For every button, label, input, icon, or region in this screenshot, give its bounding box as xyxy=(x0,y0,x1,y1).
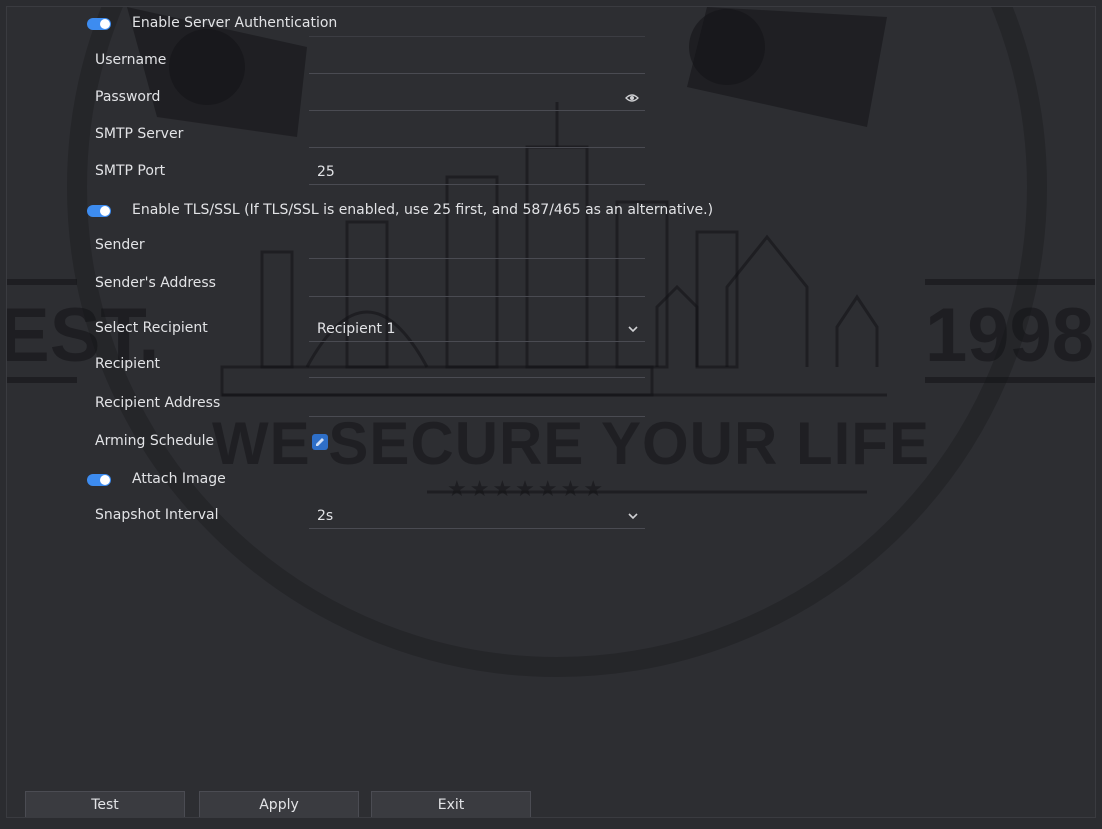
password-label: Password xyxy=(95,89,161,105)
select-recipient-label: Select Recipient xyxy=(95,320,208,336)
select-recipient-dropdown[interactable]: Recipient 1 xyxy=(309,318,645,342)
select-recipient-value: Recipient 1 xyxy=(317,321,396,337)
sender-input[interactable] xyxy=(309,235,645,259)
smtp-server-row: SMTP Server xyxy=(7,120,1095,150)
password-input[interactable] xyxy=(309,87,645,111)
recipient-row: Recipient xyxy=(7,350,1095,380)
smtp-port-input[interactable]: 25 xyxy=(309,161,645,185)
snapshot-interval-row: Snapshot Interval 2s xyxy=(7,501,1095,531)
attach-image-toggle[interactable] xyxy=(87,474,111,486)
arming-schedule-label: Arming Schedule xyxy=(95,433,215,449)
recipient-address-row: Recipient Address xyxy=(7,389,1095,419)
server-auth-label: Enable Server Authentication xyxy=(132,15,338,31)
sender-address-label: Sender's Address xyxy=(95,275,216,291)
password-row: Password xyxy=(7,83,1095,113)
tls-label: Enable TLS/SSL (If TLS/SSL is enabled, u… xyxy=(132,202,714,218)
smtp-server-input[interactable] xyxy=(309,124,645,148)
attach-image-row: Attach Image xyxy=(7,465,1095,495)
exit-button[interactable]: Exit xyxy=(371,791,531,817)
smtp-port-row: SMTP Port 25 xyxy=(7,157,1095,187)
snapshot-interval-dropdown[interactable]: 2s xyxy=(309,505,645,529)
enable-tls-row: Enable TLS/SSL (If TLS/SSL is enabled, u… xyxy=(7,196,1095,226)
recipient-label: Recipient xyxy=(95,356,161,372)
recipient-address-label: Recipient Address xyxy=(95,395,221,411)
arming-schedule-row: Arming Schedule xyxy=(7,427,1095,457)
sender-label: Sender xyxy=(95,237,145,253)
footer-bar: Test Apply Exit xyxy=(7,783,1095,817)
smtp-port-value: 25 xyxy=(317,164,335,180)
eye-icon[interactable] xyxy=(625,93,639,103)
select-recipient-row: Select Recipient Recipient 1 xyxy=(7,314,1095,344)
username-row: Username xyxy=(7,46,1095,76)
recipient-address-input[interactable] xyxy=(309,393,645,417)
recipient-input[interactable] xyxy=(309,354,645,378)
apply-button[interactable]: Apply xyxy=(199,791,359,817)
smtp-port-label: SMTP Port xyxy=(95,163,166,179)
sender-address-row: Sender's Address xyxy=(7,269,1095,299)
snapshot-interval-label: Snapshot Interval xyxy=(95,507,219,523)
edit-schedule-icon[interactable] xyxy=(311,433,329,451)
test-button[interactable]: Test xyxy=(25,791,185,817)
attach-image-label: Attach Image xyxy=(132,471,226,487)
tls-toggle[interactable] xyxy=(87,205,111,217)
server-auth-divider xyxy=(309,13,645,37)
smtp-server-label: SMTP Server xyxy=(95,126,184,142)
sender-address-input[interactable] xyxy=(309,273,645,297)
snapshot-interval-value: 2s xyxy=(317,508,334,524)
enable-server-auth-row: Enable Server Authentication xyxy=(7,9,1095,39)
sender-row: Sender xyxy=(7,231,1095,261)
server-auth-toggle[interactable] xyxy=(87,18,111,30)
chevron-down-icon[interactable] xyxy=(627,510,639,522)
username-input[interactable] xyxy=(309,50,645,74)
email-settings-panel: EST. 1998 WE SECURE YOUR LIFE ★★★★★★★ En… xyxy=(6,6,1096,818)
username-label: Username xyxy=(95,52,167,68)
chevron-down-icon[interactable] xyxy=(627,323,639,335)
